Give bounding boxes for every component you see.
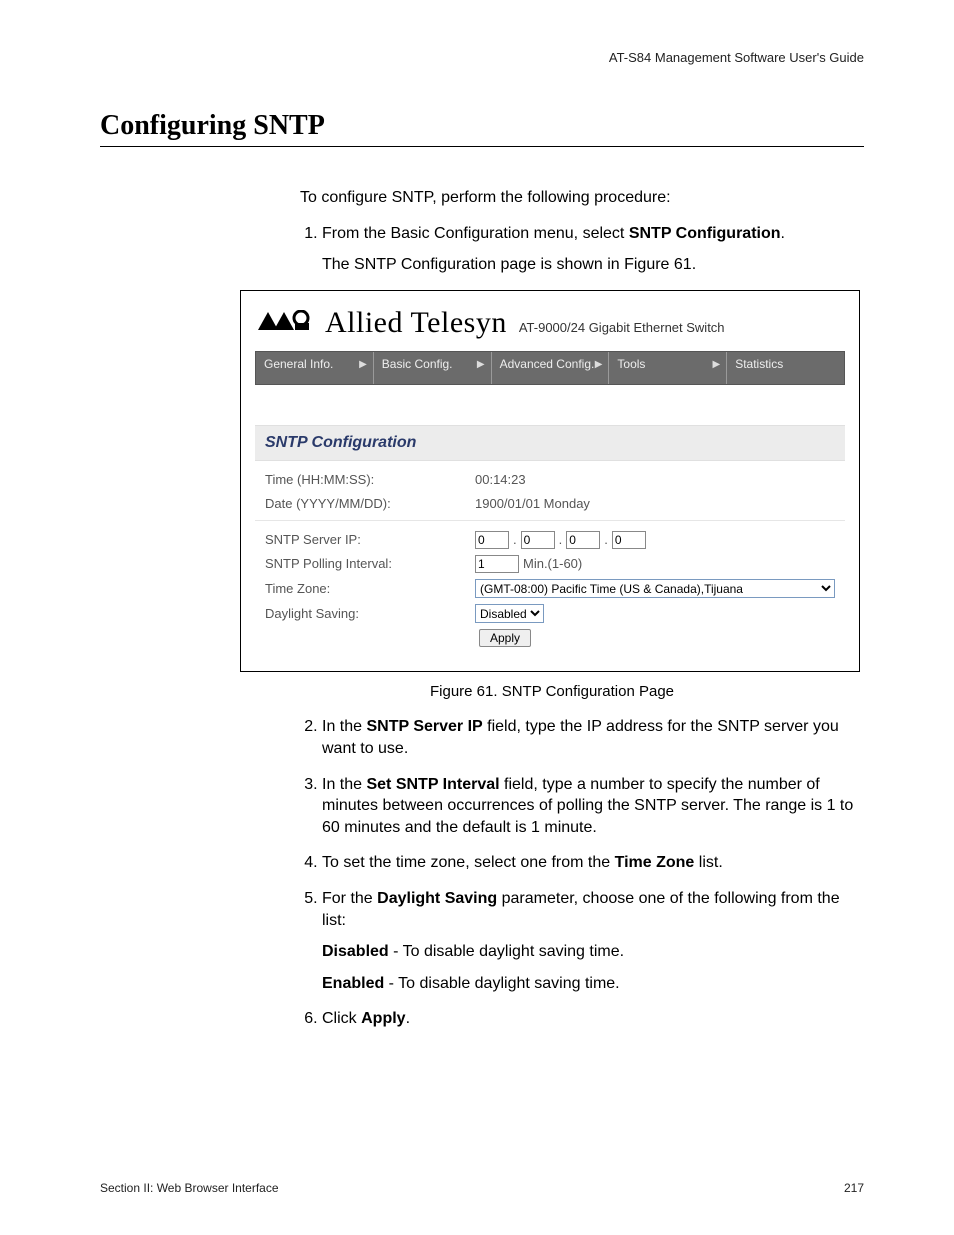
step-5: For the Daylight Saving parameter, choos… (322, 888, 864, 994)
page-footer: Section II: Web Browser Interface 217 (100, 1181, 864, 1195)
date-value: 1900/01/01 Monday (475, 495, 835, 513)
poll-interval-input[interactable] (475, 555, 519, 573)
running-head: AT-S84 Management Software User's Guide (100, 50, 864, 65)
step-3-a: In the (322, 776, 366, 793)
step-4-a: To set the time zone, select one from th… (322, 854, 615, 871)
page-number: 217 (844, 1181, 864, 1195)
ip-octet-1[interactable] (475, 531, 509, 549)
step-6-c: . (406, 1010, 410, 1027)
ip-octet-3[interactable] (566, 531, 600, 549)
step-4: To set the time zone, select one from th… (322, 852, 864, 874)
step-2-a: In the (322, 718, 366, 735)
menu-bar: General Info. ▶ Basic Config. ▶ Advanced… (255, 351, 845, 385)
procedure-list-cont: In the SNTP Server IP field, type the IP… (300, 716, 864, 1030)
brand-logo-icon (255, 310, 315, 332)
opt-disabled-t: - To disable daylight saving time. (389, 943, 624, 960)
opt-disabled-b: Disabled (322, 943, 389, 960)
figure-61-wrap: Allied Telesyn AT-9000/24 Gigabit Ethern… (240, 290, 864, 703)
step-6-b: Apply (361, 1010, 405, 1027)
time-value: 00:14:23 (475, 471, 835, 489)
row-date: Date (YYYY/MM/DD): 1900/01/01 Monday (265, 495, 835, 513)
title-rule (100, 146, 864, 147)
step-1: From the Basic Configuration menu, selec… (322, 223, 864, 276)
date-label: Date (YYYY/MM/DD): (265, 495, 475, 513)
opt-enabled-t: - To disable daylight saving time. (384, 975, 619, 992)
step-5-a: For the (322, 890, 377, 907)
step-4-b: Time Zone (615, 854, 695, 871)
sntp-ip-label: SNTP Server IP: (265, 531, 475, 549)
figure-61: Allied Telesyn AT-9000/24 Gigabit Ethern… (240, 290, 860, 672)
menu-label: Advanced Config. (500, 357, 595, 371)
brand-subtitle: AT-9000/24 Gigabit Ethernet Switch (519, 319, 725, 337)
panel-body: Time (HH:MM:SS): 00:14:23 Date (YYYY/MM/… (255, 461, 845, 657)
ip-octet-2[interactable] (521, 531, 555, 549)
step-6-a: Click (322, 1010, 361, 1027)
row-daylight: Daylight Saving: Disabled (265, 604, 835, 623)
step-5-opt-disabled: Disabled - To disable daylight saving ti… (322, 941, 864, 963)
dot: . (559, 531, 563, 549)
step-4-c: list. (694, 854, 722, 871)
step-1-follow: The SNTP Configuration page is shown in … (322, 254, 864, 276)
row-timezone: Time Zone: (GMT-08:00) Pacific Time (US … (265, 579, 835, 598)
time-label: Time (HH:MM:SS): (265, 471, 475, 489)
brand-name: Allied Telesyn (325, 303, 507, 344)
ip-octet-4[interactable] (612, 531, 646, 549)
dot: . (513, 531, 517, 549)
chevron-right-icon: ▶ (359, 358, 367, 372)
panel-title: SNTP Configuration (255, 425, 845, 461)
step-3: In the Set SNTP Interval field, type a n… (322, 774, 864, 839)
brand-row: Allied Telesyn AT-9000/24 Gigabit Ethern… (255, 303, 845, 344)
figure-caption: Figure 61. SNTP Configuration Page (240, 682, 864, 702)
opt-enabled-b: Enabled (322, 975, 384, 992)
step-1-bold: SNTP Configuration (629, 225, 781, 242)
step-3-b: Set SNTP Interval (366, 776, 499, 793)
step-2: In the SNTP Server IP field, type the IP… (322, 716, 864, 759)
chevron-right-icon: ▶ (712, 358, 720, 372)
row-poll-interval: SNTP Polling Interval: Min.(1-60) (265, 555, 835, 573)
menu-tools[interactable]: Tools ▶ (609, 352, 727, 384)
daylight-select[interactable]: Disabled (475, 604, 544, 623)
footer-left: Section II: Web Browser Interface (100, 1181, 279, 1195)
menu-label: Tools (617, 357, 645, 371)
row-apply: Apply (265, 629, 835, 647)
step-5-opt-enabled: Enabled - To disable daylight saving tim… (322, 973, 864, 995)
step-5-b: Daylight Saving (377, 890, 497, 907)
body-column: To configure SNTP, perform the following… (300, 187, 864, 1030)
step-6: Click Apply. (322, 1008, 864, 1030)
menu-statistics[interactable]: Statistics (727, 352, 844, 384)
panel-divider (255, 520, 845, 521)
menu-label: Basic Config. (382, 357, 453, 371)
step-2-b: SNTP Server IP (366, 718, 482, 735)
section-title: Configuring SNTP (100, 110, 864, 142)
menu-basic-config[interactable]: Basic Config. ▶ (374, 352, 492, 384)
procedure-list: From the Basic Configuration menu, selec… (300, 223, 864, 276)
poll-label: SNTP Polling Interval: (265, 555, 475, 573)
ds-label: Daylight Saving: (265, 605, 475, 623)
menu-label: General Info. (264, 357, 333, 371)
page: AT-S84 Management Software User's Guide … (0, 0, 954, 1235)
apply-button[interactable]: Apply (479, 629, 531, 647)
menu-label: Statistics (735, 357, 783, 371)
intro-paragraph: To configure SNTP, perform the following… (300, 187, 864, 209)
chevron-right-icon: ▶ (595, 358, 603, 372)
row-sntp-ip: SNTP Server IP: . . . (265, 531, 835, 549)
chevron-right-icon: ▶ (477, 358, 485, 372)
timezone-select[interactable]: (GMT-08:00) Pacific Time (US & Canada),T… (475, 579, 835, 598)
row-time: Time (HH:MM:SS): 00:14:23 (265, 471, 835, 489)
tz-label: Time Zone: (265, 580, 475, 598)
poll-unit: Min.(1-60) (523, 555, 582, 573)
step-1-text-c: . (781, 225, 785, 242)
dot: . (604, 531, 608, 549)
step-1-text-a: From the Basic Configuration menu, selec… (322, 225, 629, 242)
menu-general-info[interactable]: General Info. ▶ (256, 352, 374, 384)
menu-advanced-config[interactable]: Advanced Config. ▶ (492, 352, 610, 384)
